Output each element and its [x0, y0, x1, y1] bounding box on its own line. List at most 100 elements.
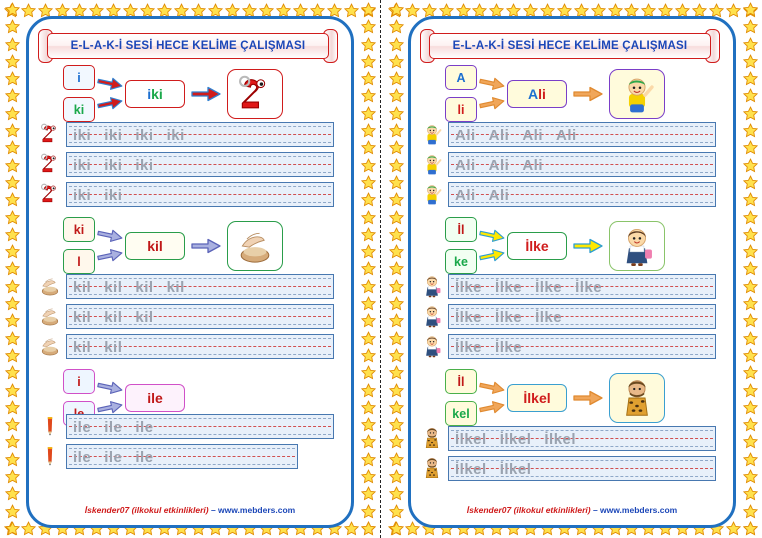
- trace-text: kil kil: [73, 335, 135, 360]
- merge-arrows: [97, 228, 123, 263]
- writing-line[interactable]: iki iki iki iki: [66, 121, 334, 147]
- star-icon: [360, 348, 376, 363]
- writing-line[interactable]: İlkel İlkel İlkel: [448, 425, 716, 451]
- star-icon: [4, 451, 20, 467]
- tracing-row: iki iki iki: [37, 151, 334, 177]
- syllable-chip[interactable]: kel: [445, 401, 477, 426]
- writing-line[interactable]: kil kil kil: [66, 303, 334, 329]
- row-thumbnail: [37, 443, 63, 469]
- boy-waving-cartoon-image: [427, 125, 442, 145]
- trace-word: İlkel: [499, 430, 532, 448]
- trace-word: İlke: [455, 308, 483, 326]
- star-icon: [742, 313, 758, 328]
- syllable-chip[interactable]: ke: [445, 249, 477, 274]
- word-box[interactable]: ile: [125, 383, 185, 412]
- writing-line[interactable]: İlkel İlkel: [448, 455, 716, 481]
- word-box[interactable]: İlke: [507, 231, 567, 260]
- star-icon: [742, 88, 758, 103]
- star-icon: [344, 520, 359, 535]
- writing-line[interactable]: kil kil: [66, 333, 334, 360]
- trace-word: ile: [104, 418, 123, 436]
- star-icon: [360, 71, 376, 86]
- caveman-cartoon-image: [425, 427, 439, 449]
- star-icon: [388, 451, 404, 467]
- hands-shaping-clay-bowl-image: [41, 308, 59, 326]
- page-footer: İskender07 (ilkokul etkinlikleri) – www.…: [29, 505, 351, 515]
- syllable-chip[interactable]: A: [445, 65, 477, 90]
- star-icon: [725, 520, 741, 535]
- trace-text: iki iki: [73, 183, 135, 208]
- writing-line[interactable]: kil kil kil kil: [66, 273, 334, 299]
- writing-line[interactable]: iki iki: [66, 181, 334, 208]
- word-box[interactable]: İlkel: [507, 383, 567, 412]
- merge-arrows: [97, 380, 123, 415]
- trace-word: iki: [135, 126, 154, 144]
- star-icon: [360, 175, 376, 190]
- star-icon: [360, 88, 376, 103]
- writing-line[interactable]: Ali Ali Ali: [448, 151, 716, 177]
- star-icon: [360, 261, 376, 276]
- trace-word: Ali: [488, 156, 510, 174]
- writing-line[interactable]: Ali Ali: [448, 181, 716, 207]
- trace-word: İlkel: [455, 430, 487, 448]
- star-icon: [4, 313, 20, 328]
- syllable-chip[interactable]: ki: [63, 217, 95, 242]
- syllable-chip[interactable]: i: [63, 65, 95, 90]
- word-box[interactable]: i ki: [125, 79, 185, 108]
- star-icon: [388, 71, 404, 86]
- trace-word: İlkel: [455, 460, 487, 478]
- star-icon: [360, 192, 376, 207]
- red-number-two-character-image: [239, 75, 266, 108]
- star-icon: [388, 19, 404, 34]
- trace-word: kil: [166, 278, 185, 296]
- word-box[interactable]: kil: [125, 231, 185, 260]
- writing-line[interactable]: İlke İlke İlke: [448, 303, 716, 329]
- boy-waving-cartoon-image: [427, 155, 442, 175]
- girl-with-backpack-cartoon-image: [426, 276, 441, 298]
- star-icon: [360, 19, 376, 34]
- trace-word: İlke: [495, 278, 523, 296]
- arrow-right-icon: [573, 238, 603, 253]
- picture-box: [227, 220, 283, 271]
- trace-text: Ali Ali Ali Ali: [455, 123, 590, 148]
- star-icon: [742, 520, 758, 535]
- star-icon: [360, 486, 376, 501]
- trace-word: iki: [135, 156, 154, 174]
- trace-word: Ali: [455, 126, 476, 144]
- writing-line[interactable]: İlke İlke İlke İlke: [448, 273, 716, 299]
- star-icon: [4, 140, 20, 155]
- writing-line[interactable]: ile ile ile: [66, 413, 334, 439]
- syllable-chip[interactable]: i: [63, 369, 95, 394]
- star-icon: [360, 313, 376, 328]
- trace-word: iki: [104, 126, 123, 144]
- hands-shaping-clay-bowl-image: [41, 338, 59, 356]
- star-icon: [360, 278, 376, 294]
- trace-word: Ali: [556, 126, 577, 144]
- star-icon: [742, 226, 758, 242]
- tracing-row: kil kil kil: [37, 303, 334, 329]
- syllable-chip[interactable]: l: [63, 249, 95, 274]
- word-part: A: [528, 85, 539, 102]
- syllable-chip[interactable]: li: [445, 97, 477, 122]
- star-icon: [4, 209, 20, 224]
- word-box[interactable]: Ali: [507, 79, 567, 108]
- merge-arrows: [479, 380, 505, 415]
- star-icon: [742, 105, 758, 121]
- star-icon: [21, 520, 36, 535]
- title-bar: E-L-A-K-İ SESİ HECE KELİME ÇALIŞMASI: [47, 33, 329, 59]
- syllable-chip[interactable]: İl: [445, 217, 477, 242]
- star-icon: [388, 88, 404, 103]
- trace-word: ile: [73, 418, 92, 436]
- syllable-chip[interactable]: İl: [445, 369, 477, 394]
- star-icon: [742, 123, 758, 138]
- writing-line[interactable]: İlke İlke: [448, 333, 716, 359]
- picture-box: [609, 68, 665, 119]
- star-icon: [360, 140, 376, 155]
- star-icon: [388, 157, 404, 173]
- tracing-row: İlke İlke İlke: [419, 303, 716, 329]
- writing-line[interactable]: ile ile ile: [66, 443, 298, 469]
- writing-line[interactable]: Ali Ali Ali Ali: [448, 121, 716, 148]
- syllable-chip[interactable]: ki: [63, 97, 95, 122]
- writing-line[interactable]: iki iki iki: [66, 151, 334, 177]
- boy-waving-cartoon-image: [628, 78, 654, 112]
